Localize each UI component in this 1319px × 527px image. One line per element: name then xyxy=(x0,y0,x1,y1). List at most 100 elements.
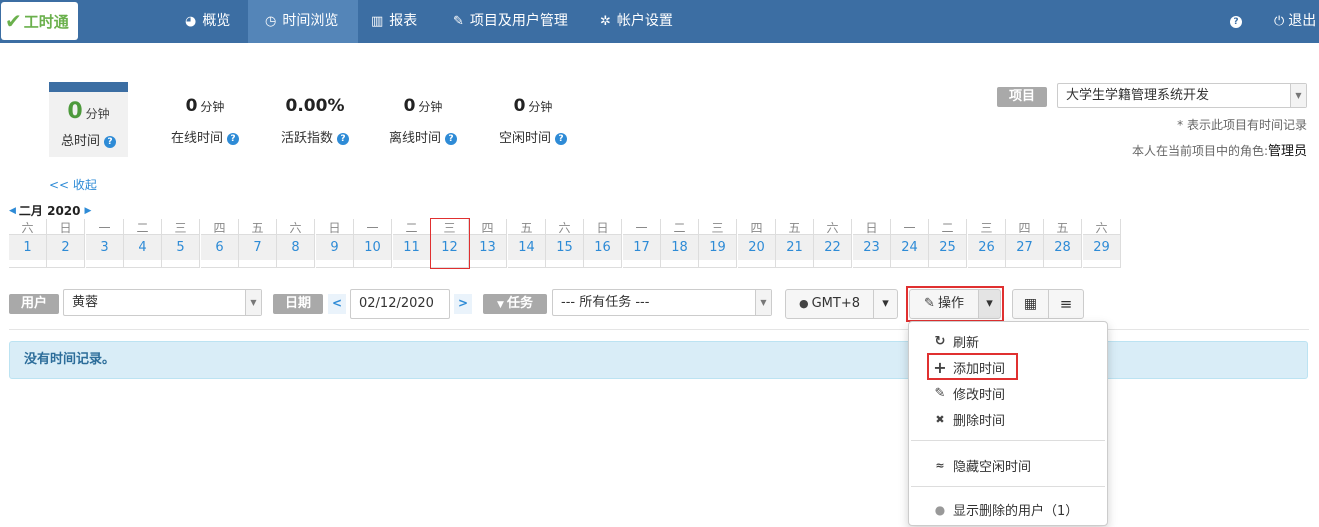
calendar-day[interactable]: 四6 xyxy=(201,219,239,268)
date-prev-button[interactable]: < xyxy=(328,294,346,314)
calendar-day[interactable]: 一 10 xyxy=(354,219,392,268)
calendar-day-number[interactable]: 26 xyxy=(968,235,1006,260)
calendar-day[interactable]: 六 22 xyxy=(814,219,852,268)
help-icon[interactable]: ? xyxy=(104,136,116,148)
menu-refresh[interactable]: ↻ 刷新 xyxy=(933,332,979,351)
calendar-day[interactable]: 日2 xyxy=(47,219,85,268)
nav-account-settings[interactable]: ✲ 帐户设置 xyxy=(600,0,673,43)
calendar-day[interactable]: 二 11 xyxy=(393,219,431,268)
calendar-day[interactable]: 五 21 xyxy=(776,219,814,268)
next-month-icon[interactable]: ▶ xyxy=(85,206,92,216)
action-dropdown-toggle[interactable]: ▾ xyxy=(978,289,1001,319)
calendar-day-number[interactable]: 19 xyxy=(699,235,737,260)
calendar-weekday: 三 xyxy=(968,219,1006,235)
calendar-day-number[interactable]: 27 xyxy=(1006,235,1044,260)
timezone-button[interactable]: ● GMT+8 xyxy=(785,289,874,319)
calendar-day-number[interactable]: 14 xyxy=(508,235,546,260)
calendar-day-number[interactable]: 15 xyxy=(546,235,584,260)
help-icon[interactable]: ? xyxy=(445,133,457,145)
calendar-day[interactable]: 二 25 xyxy=(929,219,967,268)
calendar-day[interactable]: 五 14 xyxy=(508,219,546,268)
wrench-icon: ✎ xyxy=(924,296,935,311)
calendar-day[interactable]: 四 20 xyxy=(738,219,776,268)
calendar-day-number[interactable]: 24 xyxy=(891,235,929,260)
menu-edit-time[interactable]: ✎ 修改时间 xyxy=(933,384,1005,403)
calendar-day[interactable]: 一 24 xyxy=(891,219,929,268)
calendar-day-number[interactable]: 28 xyxy=(1044,235,1082,260)
calendar-day[interactable]: 四 13 xyxy=(469,219,507,268)
calendar-day-number[interactable]: 7 xyxy=(239,235,277,260)
logo[interactable]: ✔ 工时通 xyxy=(1,2,78,40)
help-button[interactable]: ? xyxy=(1230,0,1242,43)
nav-reports[interactable]: ▥ 报表 xyxy=(371,0,417,43)
grid-view-button[interactable]: ▦ xyxy=(1012,289,1049,319)
calendar-day-number[interactable]: 18 xyxy=(661,235,699,260)
action-button[interactable]: ✎ 操作 xyxy=(909,289,979,319)
logout-button[interactable]: ⏻ 退出 xyxy=(1274,0,1316,43)
collapse-link[interactable]: << 收起 xyxy=(49,176,97,193)
prev-month-icon[interactable]: ◀ xyxy=(9,206,16,216)
calendar-day-bar xyxy=(469,260,507,268)
calendar-day-number[interactable]: 29 xyxy=(1083,235,1121,260)
calendar-day[interactable]: 日 16 xyxy=(584,219,622,268)
calendar-weekday: 一 xyxy=(86,219,124,235)
date-next-button[interactable]: > xyxy=(454,294,472,314)
calendar-day-number[interactable]: 22 xyxy=(814,235,852,260)
calendar-day-number[interactable]: 5 xyxy=(162,235,200,260)
menu-delete-time[interactable]: ✖ 删除时间 xyxy=(933,410,1005,429)
calendar-day[interactable]: 日 23 xyxy=(853,219,891,268)
calendar-day[interactable]: 二 18 xyxy=(661,219,699,268)
calendar-day-number[interactable]: 25 xyxy=(929,235,967,260)
help-icon[interactable]: ? xyxy=(227,133,239,145)
calendar-day[interactable]: 三 26 xyxy=(968,219,1006,268)
nav-time-browse[interactable]: ◷ 时间浏览 xyxy=(248,0,358,43)
list-view-button[interactable]: ≡ xyxy=(1048,289,1084,319)
calendar-day-number[interactable]: 6 xyxy=(201,235,239,260)
timezone-dropdown-toggle[interactable]: ▾ xyxy=(873,289,898,319)
calendar-day-number[interactable]: 16 xyxy=(584,235,622,260)
menu-hide-idle[interactable]: ≈ 隐藏空闲时间 xyxy=(933,456,1031,475)
calendar-day-number[interactable]: 3 xyxy=(86,235,124,260)
calendar-day[interactable]: 三5 xyxy=(162,219,200,268)
calendar-day-number[interactable]: 23 xyxy=(853,235,891,260)
calendar-day[interactable]: 日9 xyxy=(316,219,354,268)
calendar-day-number[interactable]: 13 xyxy=(469,235,507,260)
caret-down-icon: ▾ xyxy=(986,296,993,311)
calendar-day[interactable]: 一3 xyxy=(86,219,124,268)
calendar-day[interactable]: 六8 xyxy=(277,219,315,268)
menu-show-deleted-users[interactable]: ● 显示删除的用户（1） xyxy=(933,500,1079,520)
calendar-day[interactable]: 五7 xyxy=(239,219,277,268)
calendar-day-number[interactable]: 9 xyxy=(316,235,354,260)
calendar-day-number[interactable]: 4 xyxy=(124,235,162,260)
calendar-day[interactable]: 二4 xyxy=(124,219,162,268)
calendar-day[interactable]: 六 29 xyxy=(1083,219,1121,268)
help-icon[interactable]: ? xyxy=(555,133,567,145)
nav-overview[interactable]: ◕ 概览 xyxy=(185,0,230,43)
calendar-day-bar xyxy=(47,260,85,268)
calendar-day-bar xyxy=(124,260,162,268)
calendar-day[interactable]: 四 27 xyxy=(1006,219,1044,268)
menu-add-time[interactable]: + 添加时间 xyxy=(933,358,1005,377)
calendar-day[interactable]: 五 28 xyxy=(1044,219,1082,268)
calendar-day-number[interactable]: 11 xyxy=(393,235,431,260)
calendar-day-number[interactable]: 2 xyxy=(47,235,85,260)
project-select[interactable]: 大学生学籍管理系统开发 ▼ xyxy=(1057,83,1307,108)
calendar-day-number[interactable]: 10 xyxy=(354,235,392,260)
help-icon[interactable]: ? xyxy=(337,133,349,145)
calendar-day-number[interactable]: 1 xyxy=(9,235,47,260)
calendar-day[interactable]: 六1 xyxy=(9,219,47,268)
calendar-day[interactable]: 一 17 xyxy=(623,219,661,268)
calendar-day-number[interactable]: 17 xyxy=(623,235,661,260)
calendar-day-number[interactable]: 8 xyxy=(277,235,315,260)
task-select[interactable]: --- 所有任务 --- ▼ xyxy=(552,289,772,316)
user-select[interactable]: 黄蓉 ▼ xyxy=(63,289,262,316)
date-input[interactable]: 02/12/2020 xyxy=(350,289,450,319)
calendar-day[interactable]: 六 15 xyxy=(546,219,584,268)
calendar-day[interactable]: 三 19 xyxy=(699,219,737,268)
calendar-day-number[interactable]: 21 xyxy=(776,235,814,260)
calendar-day-number[interactable]: 12 xyxy=(431,235,469,260)
online-time-stat: 0 分钟 在线时间? xyxy=(165,96,245,146)
calendar-day-selected[interactable]: 三 12 xyxy=(430,218,470,269)
nav-project-user-admin[interactable]: ✎ 项目及用户管理 xyxy=(453,0,568,43)
calendar-day-number[interactable]: 20 xyxy=(738,235,776,260)
